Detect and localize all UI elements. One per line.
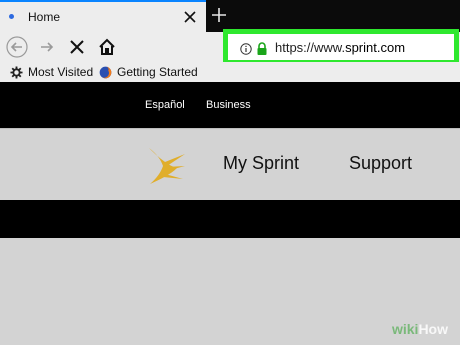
watermark: wikiHow bbox=[392, 321, 448, 337]
bookmarks-bar: Most Visited Getting Started bbox=[0, 62, 460, 82]
gear-icon bbox=[10, 65, 23, 79]
close-icon[interactable] bbox=[66, 36, 88, 58]
bookmark-label: Getting Started bbox=[117, 65, 198, 79]
url-prefix: https://www. bbox=[275, 40, 346, 55]
bookmark-getting-started[interactable]: Getting Started bbox=[99, 64, 198, 80]
watermark-wiki: wiki bbox=[391, 321, 419, 337]
url-text[interactable]: https://www.sprint.com bbox=[275, 40, 405, 55]
browser-window: Home https://www.sprint.com Most Visited… bbox=[0, 0, 460, 345]
site-black-band bbox=[0, 200, 460, 238]
site-top-bar: Español Business bbox=[0, 82, 460, 128]
link-business[interactable]: Business bbox=[206, 99, 251, 111]
bookmark-most-visited[interactable]: Most Visited bbox=[10, 64, 93, 80]
sprint-logo[interactable] bbox=[147, 146, 187, 186]
tab-home[interactable]: Home bbox=[0, 0, 206, 32]
watermark-how: How bbox=[418, 321, 448, 337]
tab-title: Home bbox=[28, 10, 61, 24]
url-domain: sprint.com bbox=[345, 40, 406, 55]
link-espanol[interactable]: Español bbox=[145, 99, 185, 111]
firefox-icon bbox=[99, 66, 112, 78]
nav-support[interactable]: Support bbox=[349, 153, 412, 174]
bookmark-label: Most Visited bbox=[28, 65, 94, 79]
tab-strip: Home bbox=[0, 0, 460, 32]
close-icon[interactable] bbox=[181, 8, 199, 26]
url-bar[interactable]: https://www.sprint.com bbox=[223, 29, 459, 65]
plus-icon[interactable] bbox=[209, 5, 229, 25]
lock-icon bbox=[257, 42, 267, 55]
arrow-right-icon[interactable] bbox=[36, 36, 58, 58]
favicon-icon bbox=[9, 14, 14, 19]
arrow-left-icon[interactable] bbox=[6, 36, 28, 58]
home-icon[interactable] bbox=[96, 36, 118, 58]
info-icon[interactable] bbox=[240, 43, 252, 55]
site-header: My Sprint Support bbox=[0, 128, 460, 200]
nav-my-sprint[interactable]: My Sprint bbox=[223, 153, 299, 174]
